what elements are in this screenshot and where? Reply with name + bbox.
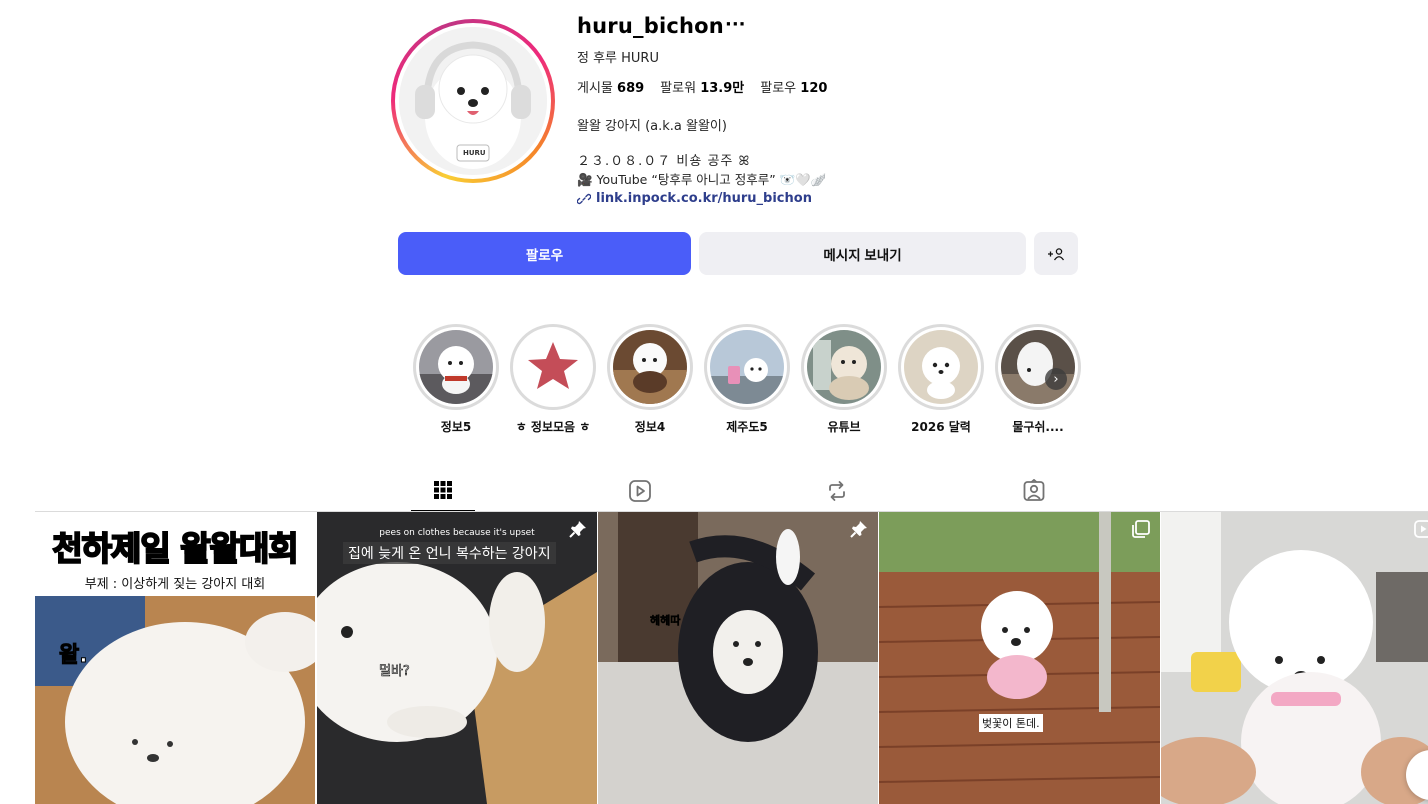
- add-person-icon: [1048, 247, 1065, 260]
- chevron-right-icon: ›: [1053, 371, 1059, 387]
- pin-icon: [850, 521, 867, 538]
- bio-link-text[interactable]: link.inpock.co.kr/huru_bichon: [596, 191, 812, 206]
- post-thumbnail[interactable]: 천하제일 왈왈대회 부제 : 이상하게 짖는 강아지 대회 왈.: [35, 512, 315, 804]
- highlight-cover: [516, 330, 590, 404]
- grid-icon: [434, 481, 452, 499]
- tab-tagged[interactable]: [1002, 470, 1066, 512]
- highlight-label: ㅎ 정보모음 ㅎ: [515, 420, 591, 434]
- highlight-label: 정보5: [440, 420, 472, 434]
- tab-posts[interactable]: [411, 470, 475, 512]
- highlight-cover: [419, 330, 493, 404]
- post-title-text: 천하제일 왈왈대회: [51, 528, 299, 569]
- highlight-item[interactable]: 제주도5: [704, 324, 790, 435]
- post-caption-english: pees on clothes because it's upset: [379, 528, 535, 538]
- stat-posts: 게시물 689: [577, 81, 645, 96]
- highlight-item[interactable]: 2026 달력: [898, 324, 984, 435]
- post-thumbnail[interactable]: 벚꽃이 톤데.: [879, 512, 1160, 804]
- suggest-accounts-button[interactable]: [1034, 232, 1078, 275]
- highlight-cover: [613, 330, 687, 404]
- highlight-cover: [807, 330, 881, 404]
- avatar: HURU: [399, 27, 547, 175]
- bio-line-2: ２３.０８.０７ 비숑 공주 ꕤ: [577, 154, 751, 169]
- profile-username: huru_bichon: [577, 14, 724, 38]
- profile-full-name: 정 후루 HURU: [577, 51, 659, 66]
- link-icon: [577, 193, 591, 204]
- highlight-item[interactable]: 정보5: [413, 324, 499, 435]
- reposts-icon: [829, 481, 845, 501]
- stat-following[interactable]: 팔로우 120: [760, 77, 827, 96]
- profile-stats: 게시물 689 팔로워 13.9만 팔로우 120: [577, 77, 827, 96]
- bio-line-1: 왈왈 강아지 (a.k.a 왈왈이): [577, 119, 727, 134]
- stat-followers[interactable]: 팔로워 13.9만: [660, 77, 744, 96]
- highlight-item[interactable]: 물구쉬....: [995, 324, 1081, 435]
- post-thumbnail[interactable]: [1161, 512, 1428, 804]
- highlight-item[interactable]: 유튜브: [801, 324, 887, 435]
- post-sticker-text: 헤헤따: [650, 614, 681, 628]
- follow-button[interactable]: 팔로우: [398, 232, 691, 275]
- bio-line-3: 🎥 YouTube “탕후루 아니고 정후루” 🐻‍❄️🤍🪽: [577, 172, 827, 187]
- post-sticker-text: 멀바?: [379, 664, 410, 680]
- post-caption-korean: 집에 늦게 온 언니 복수하는 강아지: [343, 542, 556, 564]
- post-thumbnail[interactable]: pees on clothes because it's upset 집에 늦게…: [317, 512, 597, 804]
- avatar-badge-text: HURU: [463, 149, 486, 157]
- tab-reels[interactable]: [608, 470, 672, 512]
- highlight-label: 2026 달력: [911, 420, 971, 434]
- highlight-label: 정보4: [634, 420, 666, 434]
- highlight-label: 물구쉬....: [1012, 420, 1064, 434]
- more-options-button[interactable]: ···: [725, 14, 746, 35]
- highlight-item[interactable]: ㅎ 정보모음 ㅎ: [510, 324, 596, 435]
- highlight-cover: [1001, 330, 1075, 404]
- tab-reposts[interactable]: [805, 470, 869, 512]
- post-thumbnail[interactable]: 헤헤따: [598, 512, 878, 804]
- star-icon: [516, 330, 590, 404]
- reels-icon: [629, 480, 651, 502]
- bio-link[interactable]: link.inpock.co.kr/huru_bichon: [577, 191, 812, 206]
- highlight-cover: [710, 330, 784, 404]
- highlight-label: 유튜브: [827, 420, 861, 434]
- pin-icon: [569, 521, 586, 538]
- carousel-icon: [1132, 520, 1150, 538]
- tagged-icon: [1023, 479, 1045, 501]
- message-button[interactable]: 메시지 보내기: [699, 232, 1026, 275]
- post-caption: 벚꽃이 톤데.: [979, 714, 1043, 732]
- highlights-next-button[interactable]: ›: [1045, 368, 1067, 390]
- post-subtitle-text: 부제 : 이상하게 짖는 강아지 대회: [84, 577, 266, 592]
- reels-icon: [1414, 520, 1428, 538]
- highlight-cover: [904, 330, 978, 404]
- highlight-label: 제주도5: [726, 420, 768, 434]
- post-sticker-text: 왈.: [59, 643, 89, 669]
- profile-avatar[interactable]: HURU: [391, 19, 555, 183]
- highlight-item[interactable]: 정보4: [607, 324, 693, 435]
